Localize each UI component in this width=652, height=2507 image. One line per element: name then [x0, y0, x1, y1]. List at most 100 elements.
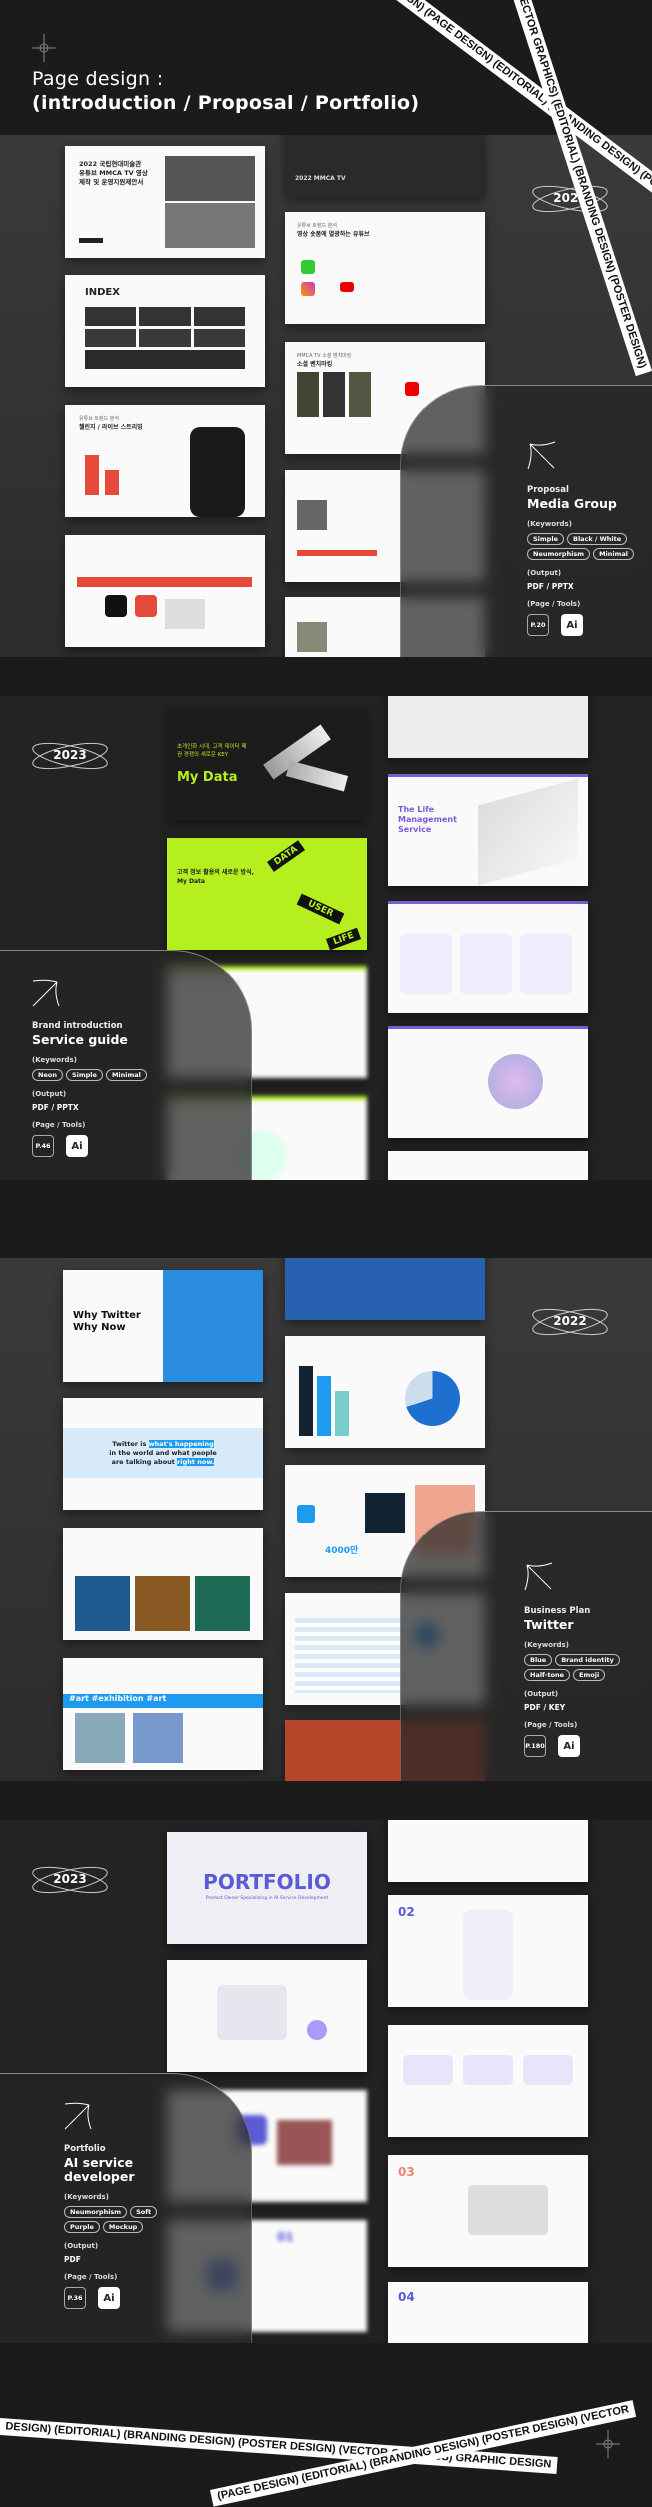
slide-portfolio-partial[interactable]: [388, 1820, 588, 1882]
slide-subtitle: 초개인화 시대, 고객 데이터 패권 경쟁의 새로운 KEY: [177, 744, 247, 758]
slide-art[interactable]: #art #exhibition #art: [63, 1658, 263, 1770]
keyword-chip: Minimal: [593, 548, 635, 560]
project-info-card: Brand introduction Service guide (Keywor…: [0, 950, 252, 1180]
project-title: Twitter: [524, 1617, 574, 1632]
slide-life-management[interactable]: The Life Management Service: [388, 774, 588, 886]
project-info-card: Business Plan Twitter (Keywords) Blue Bra…: [400, 1511, 652, 1781]
slide-04[interactable]: 04: [388, 2282, 588, 2343]
tools-label: (Page / Tools): [64, 2273, 118, 2281]
tag-data: DATA: [267, 840, 306, 872]
crosshair-icon: [596, 2430, 620, 2458]
arrow-up-right-icon: [32, 979, 60, 1007]
stat-value: 4000만: [325, 1546, 359, 1556]
slide-social-icons[interactable]: [65, 535, 265, 647]
keyword-chip: Emoji: [573, 1669, 606, 1681]
slide-number: 01: [277, 2230, 294, 2244]
year-label: 2022: [553, 191, 587, 205]
slide-title: 영상 숏폼에 열광하는 유튜브: [297, 231, 370, 238]
keyword-chip: Simple: [65, 1069, 103, 1081]
year-label: 2022: [553, 1314, 587, 1328]
hashtag-banner: #art #exhibition #art: [63, 1694, 263, 1708]
slide-blue-3d[interactable]: [285, 1258, 485, 1320]
year-badge: 2023: [30, 1858, 110, 1902]
project-section-portfolio: PORTFOLIO Product Owner Specializing in …: [0, 1820, 652, 2343]
keyword-chip: Mockup: [102, 2221, 144, 2233]
project-category: Business Plan: [524, 1606, 591, 1616]
tag-user: USER: [296, 893, 345, 925]
illustrator-icon: Ai: [66, 1135, 88, 1157]
project-title: Service guide: [32, 1032, 128, 1047]
slide-title: 2022 MMCA TV: [295, 175, 346, 182]
slide-challenge[interactable]: 유튜브 트렌드 분석 챌린지 / 라이브 스트리밍: [65, 405, 265, 517]
project-title: AI service developer: [64, 2155, 135, 2184]
slide-title: The Life Management Service: [398, 805, 457, 834]
slide-lime-my-data[interactable]: 고객 정보 활용의 새로운 방식, My Data DATA USER LIFE: [167, 838, 367, 950]
project-title: Media Group: [527, 496, 617, 511]
arrow-up-right-icon: [64, 2102, 92, 2130]
slide-title: My Data: [177, 770, 238, 785]
project-category: Brand introduction: [32, 1021, 123, 1031]
output-label: (Output): [32, 1090, 67, 1098]
slide-phones[interactable]: [388, 696, 588, 758]
project-info-card: Portfolio AI service developer (Keywords…: [0, 2073, 252, 2343]
slide-charts[interactable]: [285, 1336, 485, 1448]
slide-shortform[interactable]: 유튜브 트렌드 분석 영상 숏폼에 열광하는 유튜브: [285, 212, 485, 324]
keyword-chip: Black / White: [566, 533, 628, 545]
illustrator-icon: Ai: [561, 614, 583, 636]
project-section-media-group: 2022 국립현대미술관 유튜브 MMCA TV 영상제작 및 운영지원제안서 …: [0, 135, 652, 657]
slide-title: 고객 정보 활용의 새로운 방식, My Data: [177, 869, 254, 885]
slide-03[interactable]: 03: [388, 2155, 588, 2267]
tools-label: (Page / Tools): [527, 600, 581, 608]
arrow-up-left-icon: [524, 1562, 553, 1591]
page-title-line2: (introduction / Proposal / Portfolio): [32, 92, 420, 114]
slide-photos[interactable]: [63, 1528, 263, 1640]
illustrator-icon: Ai: [558, 1735, 580, 1757]
output-label: (Output): [524, 1690, 559, 1698]
slide-cards[interactable]: [388, 901, 588, 1013]
keyword-chip: Purple: [64, 2221, 100, 2233]
output-value: PDF / PPTX: [32, 1103, 79, 1112]
slide-portfolio-cover[interactable]: PORTFOLIO Product Owner Specializing in …: [167, 1832, 367, 1944]
keyword-chip: Blue: [524, 1654, 553, 1666]
slide-circles[interactable]: [388, 1026, 588, 1138]
keywords-label: (Keywords): [32, 1056, 77, 1064]
slide-mockup[interactable]: [167, 1960, 367, 2072]
slide-guide-partial[interactable]: [388, 1151, 588, 1180]
output-value: PDF: [64, 2255, 81, 2264]
slide-mmca[interactable]: 2022 MMCA TV: [285, 135, 485, 197]
tools-label: (Page / Tools): [524, 1721, 578, 1729]
page-count-badge: P.20: [527, 614, 549, 636]
tag-life: LIFE: [325, 927, 362, 950]
project-category: Proposal: [527, 485, 569, 495]
slide-index[interactable]: INDEX: [65, 275, 265, 387]
keyword-chip: Neumorphism: [64, 2206, 128, 2218]
slide-cover[interactable]: 2022 국립현대미술관 유튜브 MMCA TV 영상제작 및 운영지원제안서: [65, 146, 265, 258]
slide-number: 03: [398, 2165, 415, 2179]
output-label: (Output): [64, 2242, 99, 2250]
slide-number: 02: [398, 1905, 415, 1919]
slide-portfolio-cards[interactable]: [388, 2025, 588, 2137]
keyword-chip: Neumorphism: [527, 548, 591, 560]
crosshair-icon: [32, 34, 56, 62]
slide-title: 소셜 벤치마킹: [297, 361, 333, 368]
slide-title: INDEX: [85, 287, 120, 298]
keywords-label: (Keywords): [527, 520, 572, 528]
illustrator-icon: Ai: [98, 2287, 120, 2309]
slide-title: 챌린지 / 라이브 스트리밍: [79, 424, 143, 431]
keyword-chip: Neon: [32, 1069, 63, 1081]
year-label: 2023: [53, 748, 87, 762]
keyword-chip: Minimal: [105, 1069, 147, 1081]
keywords-label: (Keywords): [524, 1641, 569, 1649]
arrow-up-left-icon: [527, 441, 556, 470]
slide-02[interactable]: 02: [388, 1895, 588, 2007]
slide-subtitle: 유튜브 트렌드 분석: [79, 416, 119, 422]
slide-why-twitter[interactable]: Why Twitter Why Now: [63, 1270, 263, 1382]
slide-subtitle: 유튜브 트렌드 분석: [297, 223, 337, 229]
slide-my-data[interactable]: 초개인화 시대, 고객 데이터 패권 경쟁의 새로운 KEY My Data: [167, 708, 367, 820]
project-info-card: Proposal Media Group (Keywords) Simple Bl…: [400, 385, 652, 657]
slide-number: 04: [398, 2290, 415, 2304]
slide-subtitle: MMCA TV 소셜 벤치마킹: [297, 353, 352, 359]
project-section-twitter: Why Twitter Why Now Twitter is what's ha…: [0, 1258, 652, 1781]
page-count-badge: P.36: [64, 2287, 86, 2309]
slide-whats-happening[interactable]: Twitter is what's happening in the world…: [63, 1398, 263, 1510]
